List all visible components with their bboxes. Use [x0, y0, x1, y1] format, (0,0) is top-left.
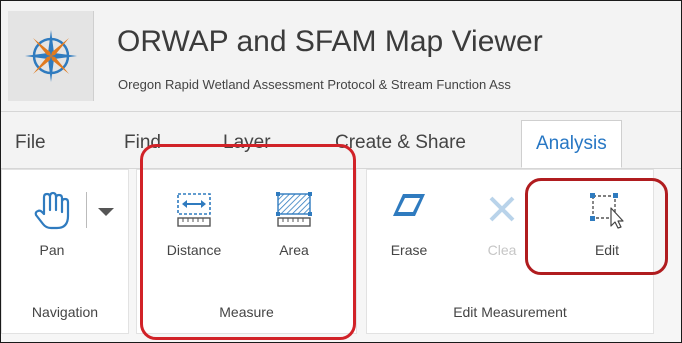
- compass-rose-icon: [25, 30, 77, 82]
- separator: [86, 192, 87, 228]
- ribbon-panel: Pan Navigation Distance Area Measure Era…: [1, 144, 681, 342]
- eraser-icon: [393, 194, 425, 216]
- clear-button[interactable]: Clea: [483, 180, 521, 258]
- erase-label: Erase: [390, 242, 428, 258]
- tab-create-share[interactable]: Create & Share: [335, 132, 466, 154]
- measure-callout-highlight: [140, 144, 356, 340]
- pan-dropdown-button[interactable]: [95, 200, 117, 220]
- pan-button[interactable]: Pan: [24, 180, 80, 258]
- edit-measurement-group-label: Edit Measurement: [453, 304, 567, 320]
- edit-callout-highlight: [525, 178, 668, 275]
- navigation-group-label: Navigation: [31, 304, 99, 320]
- x-icon: [489, 196, 515, 222]
- pan-label: Pan: [39, 242, 65, 258]
- tab-analysis[interactable]: Analysis: [521, 120, 622, 168]
- app-title: ORWAP and SFAM Map Viewer: [117, 25, 543, 58]
- navigation-group: Pan Navigation: [1, 169, 129, 334]
- app-window: ORWAP and SFAM Map Viewer Oregon Rapid W…: [0, 0, 682, 343]
- caret-down-icon: [98, 208, 114, 216]
- tab-file[interactable]: File: [15, 132, 46, 154]
- app-header: ORWAP and SFAM Map Viewer Oregon Rapid W…: [1, 1, 681, 112]
- clear-label: Clea: [487, 242, 517, 258]
- hand-icon: [34, 191, 70, 230]
- app-logo: [8, 11, 94, 101]
- app-subtitle: Oregon Rapid Wetland Assessment Protocol…: [118, 77, 511, 92]
- erase-button[interactable]: Erase: [381, 180, 437, 258]
